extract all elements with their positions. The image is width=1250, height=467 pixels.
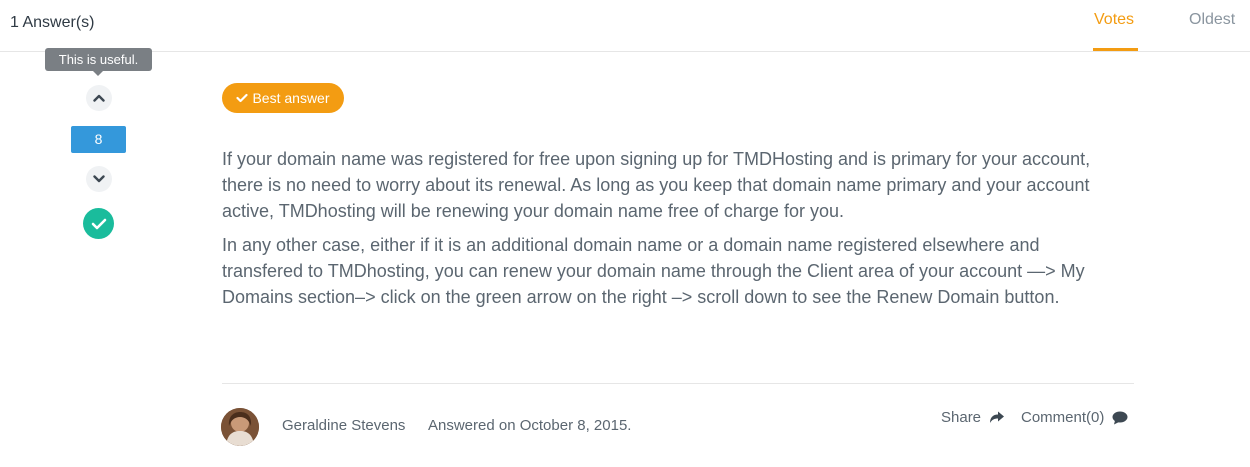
answer-paragraph: If your domain name was registered for f… [222, 149, 1091, 221]
tab-oldest[interactable]: Oldest [1189, 11, 1235, 29]
share-label: Share [941, 409, 982, 426]
tab-votes[interactable]: Votes [1094, 11, 1134, 29]
accepted-answer-indicator [83, 208, 114, 239]
share-icon [990, 411, 1005, 423]
chevron-up-icon [93, 94, 105, 102]
answer-content: If your domain name was registered for f… [222, 146, 1122, 310]
best-answer-badge: Best answer [222, 83, 344, 113]
avatar[interactable] [221, 408, 259, 446]
vote-up-button[interactable] [86, 85, 112, 111]
active-tab-indicator [1093, 48, 1138, 51]
best-answer-label: Best answer [252, 90, 330, 106]
share-button[interactable]: Share [941, 409, 1005, 426]
vote-count: 8 [71, 126, 126, 153]
answers-count: 1 Answer(s) [10, 14, 95, 31]
answers-header: 1 Answer(s) Votes Oldest [0, 0, 1250, 52]
avatar-image [221, 408, 259, 446]
comment-label: Comment(0) [1021, 409, 1105, 426]
answered-date: Answered on October 8, 2015. [428, 417, 632, 434]
vote-down-button[interactable] [86, 166, 112, 192]
check-icon [91, 218, 106, 229]
tooltip-arrow [93, 71, 103, 76]
chevron-down-icon [93, 175, 105, 183]
comment-icon [1112, 411, 1128, 424]
answer-paragraph: In any other case, either if it is an ad… [222, 235, 1085, 307]
divider [222, 383, 1134, 384]
vote-tooltip: This is useful. [45, 48, 152, 71]
author-name[interactable]: Geraldine Stevens [282, 417, 405, 434]
comment-button[interactable]: Comment(0) [1021, 409, 1128, 426]
check-icon [236, 93, 249, 103]
